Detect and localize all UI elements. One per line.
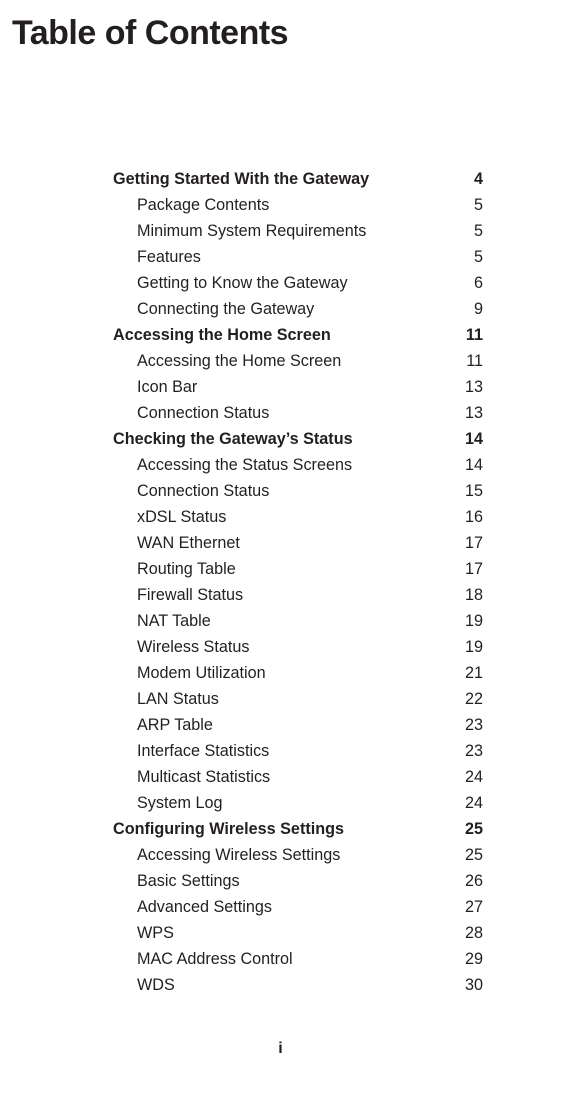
- toc-entry-page: 5: [453, 218, 483, 244]
- toc-entry-label: Firewall Status: [113, 582, 243, 608]
- toc-entry-page: 30: [453, 972, 483, 998]
- toc-entry-page: 4: [453, 166, 483, 192]
- toc-entry-page: 23: [453, 738, 483, 764]
- toc-sub-row: Accessing the Home Screen 11: [113, 348, 483, 374]
- toc-entry-label: Wireless Status: [113, 634, 249, 660]
- page-number: i: [0, 1040, 561, 1058]
- toc-sub-row: LAN Status 22: [113, 686, 483, 712]
- toc-entry-page: 23: [453, 712, 483, 738]
- toc-sub-row: Firewall Status 18: [113, 582, 483, 608]
- toc-sub-row: ARP Table 23: [113, 712, 483, 738]
- toc-sub-row: Getting to Know the Gateway 6: [113, 270, 483, 296]
- toc-entry-page: 24: [453, 764, 483, 790]
- toc-entry-label: Minimum System Requirements: [113, 218, 366, 244]
- toc-sub-row: xDSL Status 16: [113, 504, 483, 530]
- toc-entry-label: Accessing Wireless Settings: [113, 842, 340, 868]
- toc-entry-page: 5: [453, 244, 483, 270]
- toc-entry-page: 19: [453, 608, 483, 634]
- toc-sub-row: Features 5: [113, 244, 483, 270]
- toc-sub-row: MAC Address Control 29: [113, 946, 483, 972]
- toc-entry-label: Configuring Wireless Settings: [113, 816, 344, 842]
- toc-entry-label: Advanced Settings: [113, 894, 272, 920]
- toc-entry-page: 21: [453, 660, 483, 686]
- toc-sub-row: Accessing the Status Screens 14: [113, 452, 483, 478]
- toc-entry-label: NAT Table: [113, 608, 211, 634]
- toc-section-row: Checking the Gateway’s Status 14: [113, 426, 483, 452]
- toc-sub-row: Accessing Wireless Settings 25: [113, 842, 483, 868]
- toc-entry-label: Package Contents: [113, 192, 269, 218]
- toc-entry-page: 29: [453, 946, 483, 972]
- toc-entry-label: System Log: [113, 790, 222, 816]
- toc-entry-label: Icon Bar: [113, 374, 197, 400]
- toc-sub-row: Modem Utilization 21: [113, 660, 483, 686]
- toc-sub-row: Wireless Status 19: [113, 634, 483, 660]
- toc-entry-label: Interface Statistics: [113, 738, 269, 764]
- toc-entry-page: 14: [453, 426, 483, 452]
- toc-entry-label: WDS: [113, 972, 175, 998]
- toc-entry-label: xDSL Status: [113, 504, 226, 530]
- toc-entry-label: WAN Ethernet: [113, 530, 240, 556]
- toc-sub-row: Package Contents 5: [113, 192, 483, 218]
- toc-entry-page: 11: [453, 322, 483, 348]
- toc-entry-label: Connection Status: [113, 478, 269, 504]
- toc-sub-row: Connecting the Gateway 9: [113, 296, 483, 322]
- toc-entry-page: 13: [453, 400, 483, 426]
- toc-sub-row: NAT Table 19: [113, 608, 483, 634]
- toc-sub-row: Connection Status 15: [113, 478, 483, 504]
- toc-entry-label: Checking the Gateway’s Status: [113, 426, 353, 452]
- toc-sub-row: WPS 28: [113, 920, 483, 946]
- toc-entry-page: 16: [453, 504, 483, 530]
- toc-entry-page: 28: [453, 920, 483, 946]
- toc-entry-label: Routing Table: [113, 556, 236, 582]
- table-of-contents: Getting Started With the Gateway4Package…: [113, 166, 483, 998]
- toc-entry-page: 26: [453, 868, 483, 894]
- toc-entry-page: 25: [453, 842, 483, 868]
- toc-sub-row: WAN Ethernet 17: [113, 530, 483, 556]
- toc-sub-row: Basic Settings 26: [113, 868, 483, 894]
- toc-sub-row: System Log 24: [113, 790, 483, 816]
- toc-entry-page: 25: [453, 816, 483, 842]
- toc-entry-page: 5: [453, 192, 483, 218]
- toc-sub-row: Connection Status 13: [113, 400, 483, 426]
- toc-entry-label: Multicast Statistics: [113, 764, 270, 790]
- toc-entry-page: 17: [453, 530, 483, 556]
- toc-entry-label: Accessing the Home Screen: [113, 348, 341, 374]
- toc-entry-label: Getting to Know the Gateway: [113, 270, 348, 296]
- toc-entry-label: Modem Utilization: [113, 660, 266, 686]
- toc-entry-page: 19: [453, 634, 483, 660]
- toc-entry-label: Getting Started With the Gateway: [113, 166, 369, 192]
- toc-entry-label: WPS: [113, 920, 174, 946]
- toc-entry-label: Connecting the Gateway: [113, 296, 314, 322]
- toc-sub-row: Icon Bar 13: [113, 374, 483, 400]
- toc-entry-label: Features: [113, 244, 201, 270]
- toc-entry-page: 6: [453, 270, 483, 296]
- toc-entry-page: 14: [453, 452, 483, 478]
- toc-entry-page: 27: [453, 894, 483, 920]
- toc-entry-label: Connection Status: [113, 400, 269, 426]
- toc-sub-row: Advanced Settings 27: [113, 894, 483, 920]
- toc-sub-row: Minimum System Requirements 5: [113, 218, 483, 244]
- toc-entry-page: 18: [453, 582, 483, 608]
- page-title: Table of Contents: [12, 14, 288, 53]
- toc-sub-row: WDS 30: [113, 972, 483, 998]
- toc-entry-page: 17: [453, 556, 483, 582]
- toc-entry-page: 11: [453, 348, 483, 374]
- toc-section-row: Getting Started With the Gateway 4: [113, 166, 483, 192]
- toc-entry-page: 13: [453, 374, 483, 400]
- toc-entry-label: Basic Settings: [113, 868, 240, 894]
- toc-entry-label: LAN Status: [113, 686, 219, 712]
- toc-sub-row: Interface Statistics 23: [113, 738, 483, 764]
- toc-entry-page: 22: [453, 686, 483, 712]
- toc-entry-label: Accessing the Home Screen: [113, 322, 331, 348]
- toc-entry-label: ARP Table: [113, 712, 213, 738]
- toc-entry-label: Accessing the Status Screens: [113, 452, 352, 478]
- toc-sub-row: Multicast Statistics 24: [113, 764, 483, 790]
- toc-sub-row: Routing Table 17: [113, 556, 483, 582]
- toc-section-row: Accessing the Home Screen 11: [113, 322, 483, 348]
- toc-entry-page: 24: [453, 790, 483, 816]
- toc-section-row: Configuring Wireless Settings 25: [113, 816, 483, 842]
- toc-entry-page: 15: [453, 478, 483, 504]
- toc-entry-label: MAC Address Control: [113, 946, 293, 972]
- toc-entry-page: 9: [453, 296, 483, 322]
